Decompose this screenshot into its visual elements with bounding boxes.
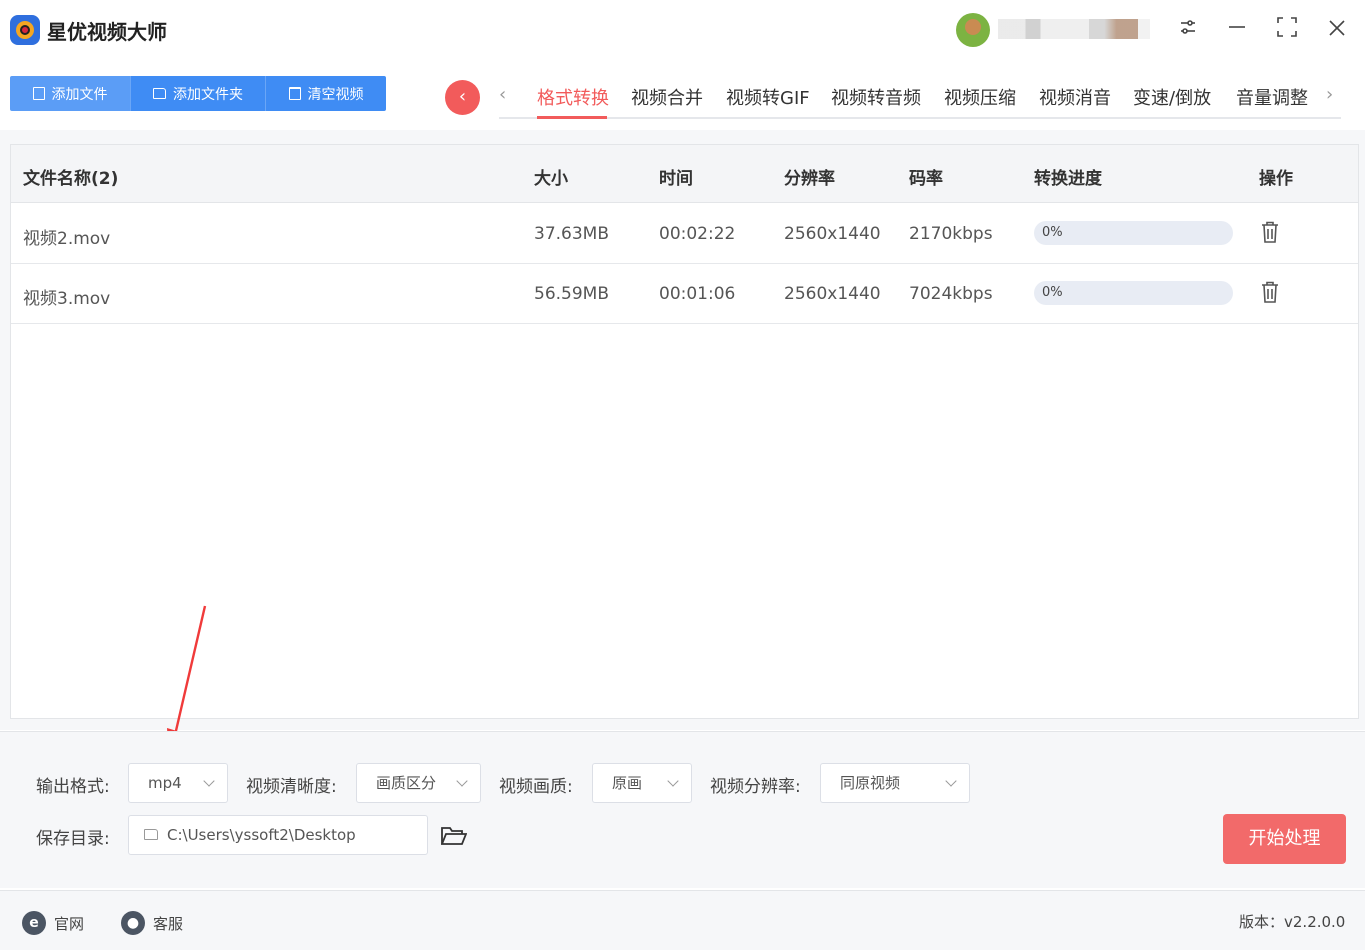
quality-label: 视频画质: [499,777,573,797]
header-bitrate: 码率 [909,169,943,189]
tab-format-convert[interactable]: 格式转换 [537,84,609,110]
resolution-label: 视频分辨率: [710,777,801,797]
support-link[interactable]: ● 客服 [121,911,183,935]
progress-bar: 0% [1034,281,1233,305]
tab-video-merge[interactable]: 视频合并 [631,84,703,110]
file-duration: 00:02:22 [659,224,736,244]
settings-panel [0,731,1365,888]
output-format-label: 输出格式: [36,777,110,797]
tab-volume-adjust[interactable]: 音量调整 [1236,84,1308,110]
version-text: 版本：v2.2.0.0 [1239,913,1346,931]
resolution-value: 同原视频 [840,774,901,792]
output-format-value: mp4 [148,774,182,792]
progress-text: 0% [1042,285,1063,300]
header-action: 操作 [1259,169,1293,189]
tab-scroll-left-icon[interactable]: ‹ [499,84,506,105]
file-name: 视频3.mov [23,289,111,309]
table-header: 文件名称(2) 大小 时间 分辨率 码率 转换进度 操作 [11,145,1358,203]
support-label: 客服 [153,914,184,933]
save-dir-value: C:\Users\yssoft2\Desktop [167,826,356,844]
chat-bubble-icon: ● [121,911,145,935]
save-dir-label: 保存目录: [36,829,110,849]
file-size: 56.59MB [534,284,609,304]
clear-videos-label: 清空视频 [307,86,364,103]
active-tab-indicator [537,116,607,119]
tabs-divider [499,117,1341,119]
tab-speed-reverse[interactable]: 变速/倒放 [1133,84,1211,110]
file-bitrate: 2170kbps [909,224,993,244]
clarity-label: 视频清晰度: [246,777,337,797]
browser-e-icon: e [22,911,46,935]
app-title: 星优视频大师 [47,20,167,44]
header-file-name: 文件名称(2) [23,169,119,189]
tab-scroll-right-icon[interactable]: › [1326,84,1333,105]
website-label: 官网 [54,914,85,933]
file-resolution: 2560x1440 [784,284,881,304]
add-folder-button[interactable]: 添加文件夹 [131,76,266,111]
folder-icon [144,829,158,840]
header-progress: 转换进度 [1034,169,1102,189]
output-format-select[interactable]: mp4 [128,763,228,803]
app-logo-icon [10,15,40,45]
progress-bar: 0% [1034,221,1233,245]
user-avatar[interactable] [956,13,990,47]
tab-video-compress[interactable]: 视频压缩 [944,84,1016,110]
quality-select[interactable]: 原画 [592,763,692,803]
footer: e 官网 ● 客服 版本：v2.2.0.0 [0,890,1365,950]
header-time: 时间 [659,169,693,189]
table-row[interactable]: 视频3.mov 56.59MB 00:01:06 2560x1440 7024k… [11,264,1358,324]
toolbar-button-group: 添加文件 添加文件夹 清空视频 [10,76,386,111]
close-icon[interactable] [1322,16,1352,46]
file-duration: 00:01:06 [659,284,736,304]
clarity-value: 画质区分 [376,774,437,792]
table-row[interactable]: 视频2.mov 37.63MB 00:02:22 2560x1440 2170k… [11,204,1358,264]
add-file-label: 添加文件 [51,86,108,103]
trash-icon [288,87,301,100]
tab-video-mute[interactable]: 视频消音 [1039,84,1111,110]
tab-video-to-audio[interactable]: 视频转音频 [831,84,921,110]
file-bitrate: 7024kbps [909,284,993,304]
chevron-down-icon [203,775,215,787]
maximize-icon[interactable] [1272,16,1302,46]
user-name-blurred[interactable] [998,19,1150,39]
start-processing-button[interactable]: 开始处理 [1223,814,1346,864]
back-circle-button[interactable]: ‹ [445,80,480,115]
settings-sliders-icon[interactable] [1173,16,1203,46]
delete-icon[interactable] [1261,221,1279,243]
chevron-down-icon [945,775,957,787]
add-folder-label: 添加文件夹 [173,86,243,103]
add-file-button[interactable]: 添加文件 [10,76,131,111]
file-resolution: 2560x1440 [784,224,881,244]
file-size: 37.63MB [534,224,609,244]
save-dir-input[interactable]: C:\Users\yssoft2\Desktop [128,815,428,855]
resolution-select[interactable]: 同原视频 [820,763,970,803]
tab-video-to-gif[interactable]: 视频转GIF [726,84,810,110]
title-bar: 星优视频大师 [0,0,1365,62]
file-name: 视频2.mov [23,229,111,249]
open-folder-icon[interactable] [441,826,467,846]
clear-videos-button[interactable]: 清空视频 [266,76,386,111]
header-size: 大小 [534,169,568,189]
minimize-icon[interactable] [1222,16,1252,46]
quality-value: 原画 [612,774,643,792]
chevron-down-icon [456,775,468,787]
website-link[interactable]: e 官网 [22,911,84,935]
chevron-down-icon [667,775,679,787]
folder-icon [153,88,166,99]
file-icon [32,87,45,100]
clarity-select[interactable]: 画质区分 [356,763,481,803]
progress-text: 0% [1042,225,1063,240]
header-resolution: 分辨率 [784,169,835,189]
delete-icon[interactable] [1261,281,1279,303]
